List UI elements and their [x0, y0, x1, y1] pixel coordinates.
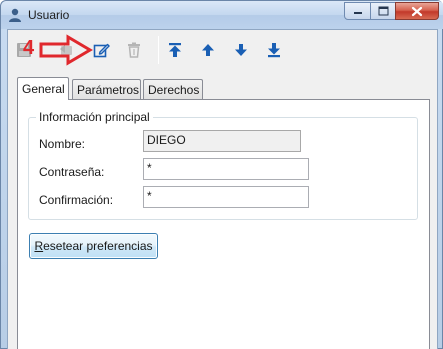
group-title: Información principal — [36, 110, 153, 124]
annotation-number: 4 — [23, 37, 35, 59]
window-client-area: 4 General Parámetros Derechos Informació… — [7, 29, 438, 349]
window-title: Usuario — [28, 8, 70, 22]
tab-general[interactable]: General — [17, 77, 69, 100]
reset-button-label: esetear preferencias — [43, 239, 153, 253]
close-button[interactable] — [395, 2, 439, 20]
maximize-icon — [378, 6, 388, 16]
user-window: Usuario 4 General Parámetros Derechos In… — [0, 0, 443, 349]
main-info-group: Información principal Nombre: DIEGO Cont… — [28, 110, 418, 220]
close-icon — [411, 6, 423, 16]
user-icon — [9, 8, 21, 22]
contrasena-field[interactable]: * — [143, 158, 309, 180]
delete-button[interactable] — [123, 39, 145, 61]
general-tab-panel: Información principal Nombre: DIEGO Cont… — [17, 99, 430, 349]
previous-record-button[interactable] — [197, 39, 219, 61]
trash-icon — [128, 42, 140, 58]
minimize-button[interactable] — [344, 2, 371, 20]
contrasena-label: Contraseña: — [39, 165, 105, 179]
tab-control: General Parámetros Derechos Información … — [17, 77, 430, 349]
first-record-button[interactable] — [164, 39, 186, 61]
edit-icon — [93, 43, 110, 57]
next-record-icon — [235, 44, 247, 56]
next-record-button[interactable] — [230, 39, 252, 61]
record-toolbar: 4 — [8, 30, 437, 68]
tab-derechos-label: Derechos — [148, 83, 200, 97]
tab-parametros[interactable]: Parámetros — [72, 79, 141, 99]
maximize-button[interactable] — [370, 2, 396, 20]
confirmacion-field[interactable]: * — [143, 186, 309, 208]
nombre-field: DIEGO — [143, 130, 301, 152]
last-record-button[interactable] — [263, 39, 285, 61]
confirmacion-label: Confirmación: — [39, 193, 114, 207]
last-record-icon — [268, 43, 280, 58]
reset-preferences-button[interactable]: Resetear preferencias — [29, 233, 158, 259]
title-bar[interactable]: Usuario — [1, 1, 443, 29]
edit-button[interactable] — [90, 39, 112, 61]
tab-general-label: General — [22, 82, 65, 96]
minimize-icon — [353, 12, 362, 14]
tab-derechos[interactable]: Derechos — [143, 79, 203, 99]
toolbar-separator — [158, 36, 159, 64]
previous-record-icon — [202, 44, 214, 56]
reset-mnemonic: R — [34, 239, 44, 253]
first-record-icon — [169, 43, 181, 57]
nombre-label: Nombre: — [39, 137, 86, 151]
annotation-arrow-icon — [39, 34, 93, 66]
tab-parametros-label: Parámetros — [77, 83, 140, 97]
